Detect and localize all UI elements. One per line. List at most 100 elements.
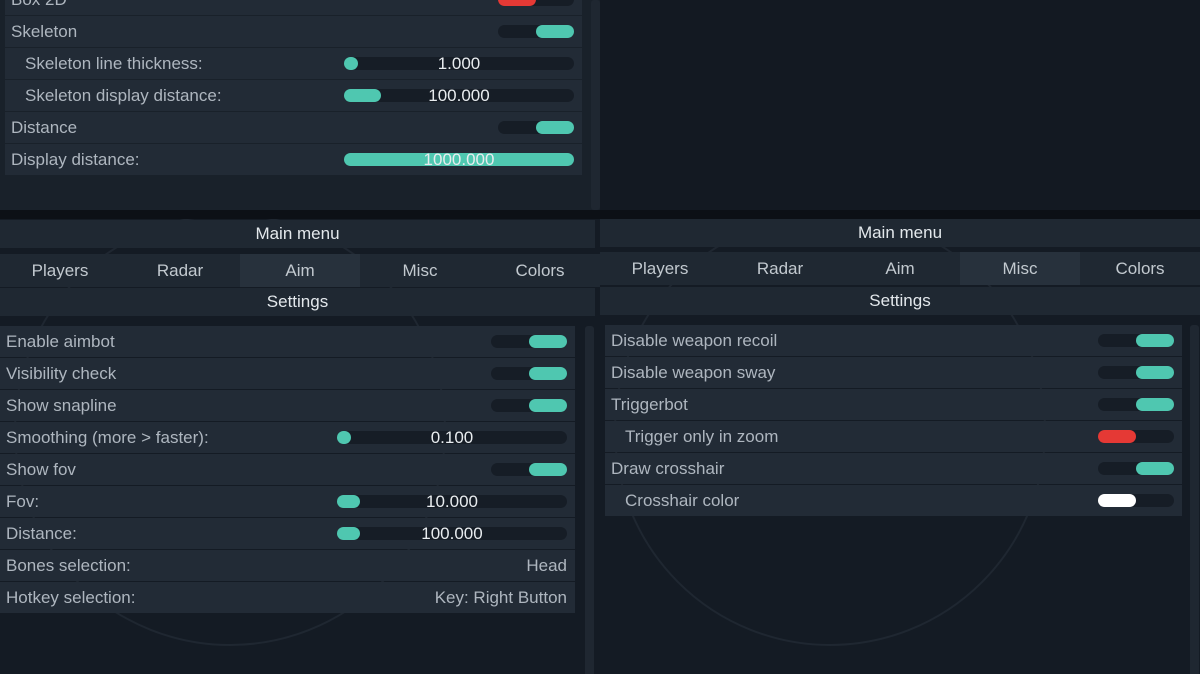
setting-label: Distance (11, 118, 78, 137)
slider-value: 1000.000 (423, 150, 495, 169)
setting-row-enable-aimbot: Enable aimbot (0, 326, 575, 357)
toggle-knob (1098, 430, 1136, 443)
slider-skeleton-display-distance[interactable]: 100.000 (344, 86, 574, 105)
main-menu-header: Main menu (0, 220, 595, 248)
toggle-knob (536, 121, 574, 134)
toggle-knob (536, 25, 574, 38)
setting-row-hotkey-selection: Hotkey selection: Key: Right Button (0, 582, 575, 613)
setting-label: Display distance: (11, 150, 140, 169)
scrollbar[interactable] (591, 0, 600, 210)
setting-label: Show fov (6, 460, 76, 479)
bottom-right-panel: Main menu Players Radar Aim Misc Colors Sett… (600, 218, 1200, 674)
setting-label: Disable weapon recoil (611, 331, 778, 350)
setting-row-box-2d: Box 2D (5, 0, 582, 15)
setting-row-smoothing-more-faster: Smoothing (more > faster): 0.100 (0, 422, 575, 453)
tab-misc[interactable]: Misc (360, 254, 480, 287)
toggle-triggerbot[interactable] (1098, 398, 1174, 411)
setting-label: Box 2D (11, 0, 67, 9)
tab-players[interactable]: Players (0, 254, 120, 287)
top-right-panel (600, 0, 1200, 210)
setting-label: Smoothing (more > faster): (6, 428, 209, 447)
slider-distance[interactable]: 100.000 (337, 524, 567, 543)
setting-label: Disable weapon sway (611, 363, 776, 382)
setting-row-distance: Distance (5, 112, 582, 143)
setting-row-disable-weapon-recoil: Disable weapon recoil (605, 325, 1182, 356)
setting-row-display-distance: Display distance: 1000.000 (5, 144, 582, 175)
top-left-panel: Box 2D Skeleton Skeleton line thickness: 1.… (0, 0, 600, 210)
slider-skeleton-line-thickness[interactable]: 1.000 (344, 54, 574, 73)
setting-label: Hotkey selection: (6, 588, 136, 607)
toggle-trigger-only-in-zoom[interactable] (1098, 430, 1174, 443)
toggle-distance[interactable] (498, 121, 574, 134)
tab-colors[interactable]: Colors (480, 254, 600, 287)
setting-row-fov: Fov: 10.000 (0, 486, 575, 517)
misc-settings-list: Disable weapon recoil Disable weapon sway… (605, 325, 1182, 517)
setting-row-disable-weapon-sway: Disable weapon sway (605, 357, 1182, 388)
settings-header: Settings (600, 287, 1200, 315)
tab-radar[interactable]: Radar (720, 252, 840, 285)
scrollbar[interactable] (1190, 325, 1199, 674)
setting-label: Triggerbot (611, 395, 688, 414)
slider-smoothing-more-faster[interactable]: 0.100 (337, 428, 567, 447)
bottom-left-panel: Main menu Players Radar Aim Misc Colors Sett… (0, 219, 600, 674)
scrollbar[interactable] (585, 326, 594, 674)
tab-players[interactable]: Players (600, 252, 720, 285)
slider-value: 100.000 (421, 524, 483, 543)
setting-label: Trigger only in zoom (625, 427, 779, 446)
tab-bar: Players Radar Aim Misc Colors (0, 254, 600, 287)
toggle-knob (1136, 462, 1174, 475)
setting-row-trigger-only-in-zoom: Trigger only in zoom (605, 421, 1182, 452)
esp-settings-list: Box 2D Skeleton Skeleton line thickness: 1.… (5, 0, 582, 176)
toggle-crosshair-color[interactable] (1098, 494, 1174, 507)
toggle-visibility-check[interactable] (491, 367, 567, 380)
setting-row-draw-crosshair: Draw crosshair (605, 453, 1182, 484)
toggle-box-2d[interactable] (498, 0, 574, 6)
setting-row-skeleton-display-distance: Skeleton display distance: 100.000 (5, 80, 582, 111)
setting-row-distance: Distance: 100.000 (0, 518, 575, 549)
toggle-draw-crosshair[interactable] (1098, 462, 1174, 475)
setting-label: Visibility check (6, 364, 117, 383)
setting-row-visibility-check: Visibility check (0, 358, 575, 389)
toggle-knob (529, 335, 567, 348)
slider-value: 10.000 (426, 492, 478, 511)
setting-label: Distance: (6, 524, 77, 543)
setting-label: Skeleton line thickness: (25, 54, 203, 73)
toggle-show-fov[interactable] (491, 463, 567, 476)
tab-bar: Players Radar Aim Misc Colors (600, 252, 1200, 285)
tab-aim[interactable]: Aim (840, 252, 960, 285)
toggle-knob (1136, 334, 1174, 347)
setting-label: Fov: (6, 492, 40, 511)
toggle-knob (529, 463, 567, 476)
toggle-skeleton[interactable] (498, 25, 574, 38)
main-menu-header: Main menu (600, 219, 1200, 247)
setting-label: Show snapline (6, 396, 117, 415)
tab-radar[interactable]: Radar (120, 254, 240, 287)
toggle-enable-aimbot[interactable] (491, 335, 567, 348)
slider-fov[interactable]: 10.000 (337, 492, 567, 511)
setting-row-bones-selection: Bones selection: Head (0, 550, 575, 581)
setting-row-show-fov: Show fov (0, 454, 575, 485)
tab-misc[interactable]: Misc (960, 252, 1080, 285)
setting-label: Enable aimbot (6, 332, 115, 351)
toggle-disable-weapon-recoil[interactable] (1098, 334, 1174, 347)
setting-label: Skeleton (11, 22, 78, 41)
toggle-knob (1098, 494, 1136, 507)
aim-settings-list: Enable aimbot Visibility check Show snapli… (0, 326, 575, 614)
setting-label: Crosshair color (625, 491, 740, 510)
setting-value-hotkey-selection[interactable]: Key: Right Button (435, 582, 567, 613)
setting-label: Skeleton display distance: (25, 86, 222, 105)
slider-display-distance[interactable]: 1000.000 (344, 150, 574, 169)
toggle-show-snapline[interactable] (491, 399, 567, 412)
setting-value-bones-selection[interactable]: Head (526, 550, 567, 581)
slider-value: 1.000 (437, 54, 481, 73)
slider-value: 0.100 (430, 428, 474, 447)
toggle-disable-weapon-sway[interactable] (1098, 366, 1174, 379)
tab-aim[interactable]: Aim (240, 254, 360, 287)
toggle-knob (1136, 398, 1174, 411)
settings-header: Settings (0, 288, 595, 316)
setting-label: Draw crosshair (611, 459, 725, 478)
setting-row-crosshair-color: Crosshair color (605, 485, 1182, 516)
setting-label: Bones selection: (6, 556, 131, 575)
tab-colors[interactable]: Colors (1080, 252, 1200, 285)
setting-row-triggerbot: Triggerbot (605, 389, 1182, 420)
